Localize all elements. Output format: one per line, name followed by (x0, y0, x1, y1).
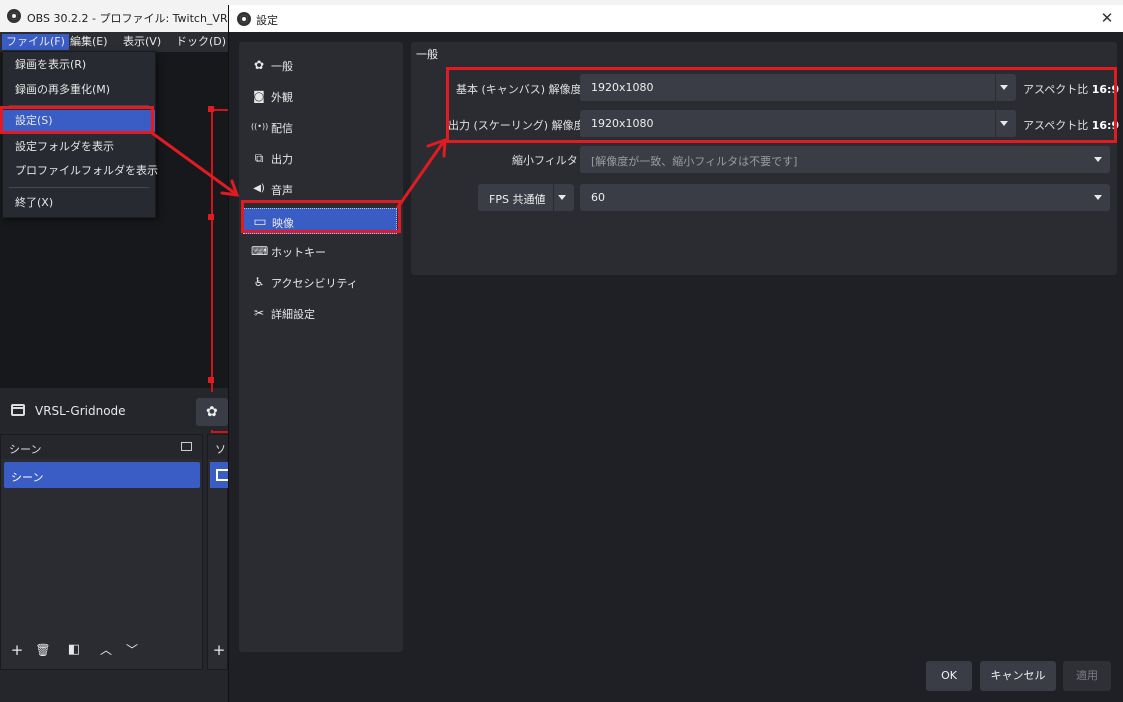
nav-item-label: 映像 (272, 217, 294, 230)
menu-item-settings[interactable]: 設定(S) (3, 110, 155, 132)
nav-item-video[interactable]: ▭ 映像 (243, 208, 397, 234)
output-resolution-label: 出力 (スケーリング) 解像度 (448, 119, 585, 132)
fps-value: 60 (591, 191, 605, 204)
file-menu-dropdown: 録画を表示(R) 録画の再多重化(M) 設定(S) 設定フォルダを表示 プロファ… (2, 51, 158, 218)
scene-collection-name: VRSL-Gridnode (35, 404, 126, 418)
tools-icon: ✂ (253, 306, 265, 320)
scenes-dock-header: シーン (1, 435, 202, 459)
menu-file[interactable]: ファイル(F) (2, 34, 69, 50)
downscale-filter-value: [解像度が一致、縮小フィルタは不要です] (591, 155, 798, 168)
video-settings-panel: 一般 基本 (キャンバス) 解像度 1920x1080 アスペクト比 16:9 … (411, 42, 1120, 275)
chevron-down-icon (1000, 121, 1008, 126)
ok-button[interactable]: OK (926, 661, 972, 691)
nav-item-label: 外観 (271, 91, 293, 104)
fps-value-select[interactable]: 60 (580, 184, 1110, 211)
cancel-button[interactable]: キャンセル (980, 661, 1056, 691)
menu-item-show-settings-folder[interactable]: 設定フォルダを表示 (3, 136, 155, 158)
scene-collection-bar: VRSL-Gridnode (0, 392, 228, 430)
menu-view[interactable]: 表示(V) (119, 34, 165, 50)
output-aspect-ratio: アスペクト比 16:9 (1023, 119, 1120, 132)
base-resolution-value: 1920x1080 (591, 81, 654, 94)
settings-nav: ✿ 一般 ◙ 外観 ((•)) 配信 ⧉ 出力 ◀) 音声 ▭ 映像 ⌨ ホット… (239, 42, 403, 652)
filter-icon[interactable]: ◧ (65, 641, 83, 659)
menu-separator (9, 105, 149, 106)
chevron-down-icon (1094, 157, 1102, 162)
add-icon[interactable]: + (8, 641, 26, 659)
menu-edit[interactable]: 編集(E) (66, 34, 112, 50)
sources-dock: ソ + (207, 434, 230, 670)
status-bar (0, 672, 228, 702)
nav-item-advanced[interactable]: ✂ 詳細設定 (243, 300, 397, 326)
obs-logo-icon (237, 12, 251, 26)
nav-item-output[interactable]: ⧉ 出力 (243, 145, 397, 171)
list-item[interactable]: シーン (4, 462, 200, 488)
base-aspect-ratio: アスペクト比 16:9 (1023, 83, 1120, 96)
menu-item-remux-recordings[interactable]: 録画の再多重化(M) (3, 79, 155, 101)
settings-dialog: 設定 ✕ ✿ 一般 ◙ 外観 ((•)) 配信 ⧉ 出力 ◀) 音声 ▭ 映像 … (228, 5, 1123, 702)
nav-item-general[interactable]: ✿ 一般 (243, 52, 397, 78)
scenes-dock-title: シーン (9, 443, 42, 456)
accessibility-icon: ♿ (253, 275, 265, 289)
resize-handle[interactable] (208, 214, 214, 220)
undock-icon[interactable] (181, 442, 192, 451)
nav-item-label: 出力 (271, 153, 293, 166)
output-resolution-select[interactable]: 1920x1080 (580, 110, 1016, 137)
chevron-down-icon (1000, 85, 1008, 90)
nav-item-appearance[interactable]: ◙ 外観 (243, 83, 397, 109)
speaker-icon: ◀) (253, 183, 265, 194)
fps-type-select[interactable]: FPS 共通値 (478, 184, 574, 211)
chevron-up-icon[interactable]: ︿ (97, 641, 115, 659)
menu-item-show-recordings[interactable]: 録画を表示(R) (3, 54, 155, 76)
menubar: ファイル(F) 編集(E) 表示(V) ドック(D) (0, 32, 228, 52)
trash-icon[interactable]: 🗑 (34, 641, 52, 659)
list-item[interactable] (210, 462, 230, 488)
sources-dock-title: ソ (215, 443, 226, 456)
downscale-filter-label: 縮小フィルタ (512, 154, 578, 167)
nav-item-audio[interactable]: ◀) 音声 (243, 176, 397, 202)
base-resolution-select[interactable]: 1920x1080 (580, 74, 1016, 101)
obs-logo-icon (7, 9, 21, 23)
resize-handle[interactable] (208, 377, 214, 383)
menu-item-show-profile-folder[interactable]: プロファイルフォルダを表示 (3, 160, 158, 182)
add-icon[interactable]: + (210, 641, 228, 659)
scene-name: シーン (11, 471, 44, 484)
nav-item-label: 音声 (271, 184, 293, 197)
gear-icon: ✿ (253, 58, 265, 72)
menu-dock[interactable]: ドック(D) (172, 34, 230, 50)
chevron-down-icon (558, 195, 566, 200)
menu-separator (9, 187, 149, 188)
scenes-dock: シーン シーン + 🗑 ◧ ︿ ﹀ (0, 434, 203, 670)
output-resolution-value: 1920x1080 (591, 117, 654, 130)
window-icon (11, 404, 25, 416)
nav-item-label: ホットキー (271, 246, 326, 259)
chevron-down-icon (1094, 195, 1102, 200)
nav-item-label: 配信 (271, 122, 293, 135)
nav-item-label: アクセシビリティ (271, 277, 358, 290)
chevron-down-icon[interactable]: ﹀ (123, 641, 141, 659)
broadcast-icon: ((•)) (251, 122, 269, 131)
resize-handle[interactable] (208, 106, 214, 112)
nav-item-accessibility[interactable]: ♿ アクセシビリティ (243, 269, 397, 295)
sources-dock-header: ソ (208, 435, 228, 459)
gear-icon[interactable]: ✿ (196, 398, 228, 426)
section-title: 一般 (416, 48, 438, 61)
close-icon[interactable]: ✕ (1096, 8, 1118, 28)
settings-title: 設定 (256, 14, 278, 27)
settings-titlebar: 設定 ✕ (229, 5, 1123, 32)
monitor-icon: ▭ (253, 214, 267, 230)
menu-item-exit[interactable]: 終了(X) (3, 192, 155, 214)
base-resolution-label: 基本 (キャンバス) 解像度 (456, 83, 582, 96)
nav-item-label: 一般 (271, 60, 293, 73)
downscale-filter-select[interactable]: [解像度が一致、縮小フィルタは不要です] (580, 146, 1110, 173)
fps-type-value: FPS 共通値 (489, 193, 546, 206)
output-icon: ⧉ (254, 151, 264, 165)
keyboard-icon: ⌨ (251, 244, 269, 258)
nav-item-label: 詳細設定 (271, 308, 315, 321)
apply-button[interactable]: 適用 (1063, 661, 1111, 691)
nav-item-hotkeys[interactable]: ⌨ ホットキー (243, 238, 397, 264)
appearance-icon: ◙ (253, 89, 265, 103)
nav-item-stream[interactable]: ((•)) 配信 (243, 114, 397, 140)
